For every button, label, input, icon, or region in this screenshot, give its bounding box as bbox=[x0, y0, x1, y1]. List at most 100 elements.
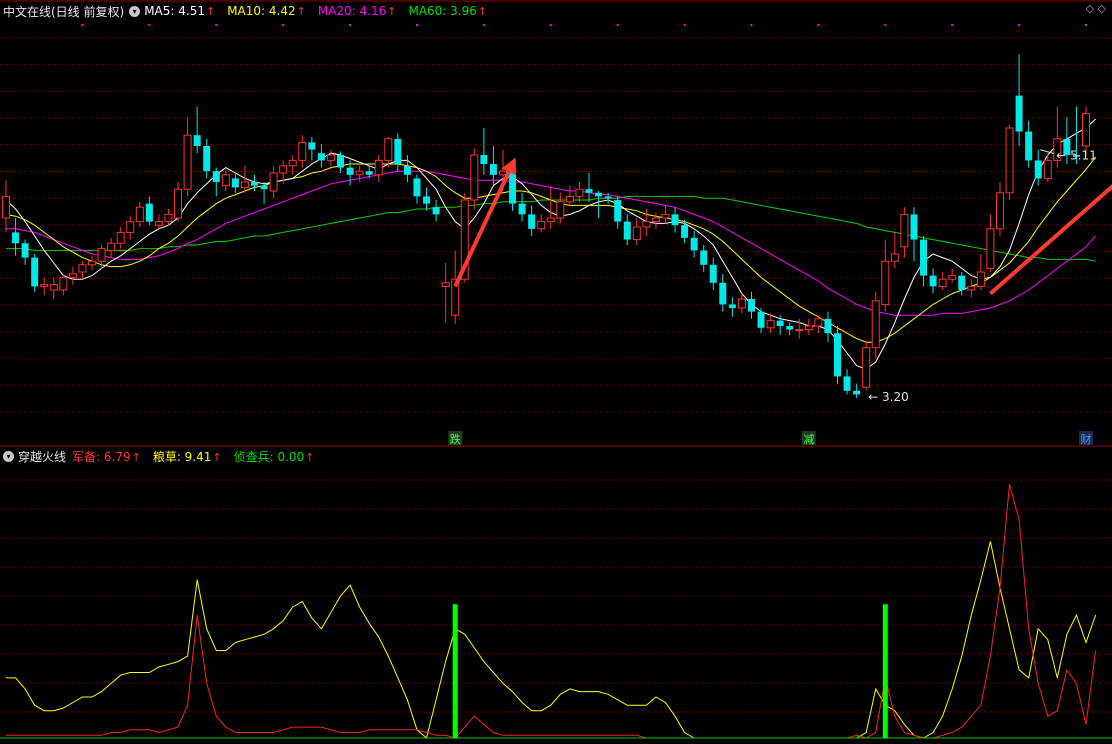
candle bbox=[709, 257, 717, 290]
candle bbox=[21, 239, 29, 265]
candle bbox=[1043, 153, 1052, 182]
candle-body bbox=[967, 285, 976, 291]
candle bbox=[632, 218, 641, 245]
candle bbox=[995, 182, 1004, 236]
top-marker-dot bbox=[349, 24, 352, 26]
candle-body bbox=[1015, 95, 1023, 132]
candle bbox=[116, 227, 125, 249]
ma-indicator-3: MA60: 3.96↑ bbox=[408, 4, 487, 18]
candle bbox=[31, 254, 39, 292]
candle bbox=[518, 192, 526, 222]
top-marker-dot bbox=[951, 24, 954, 26]
candle-body bbox=[642, 221, 651, 228]
candle-body bbox=[690, 237, 698, 251]
candle-body bbox=[183, 134, 192, 190]
candle-body bbox=[355, 170, 364, 176]
main-panel-header: 中文在线(日线 前复权) ▾ MA5: 4.51↑ MA10: 4.42↑ MA20… bbox=[0, 2, 499, 20]
candle-body bbox=[68, 273, 77, 278]
candle bbox=[355, 165, 364, 182]
panel-corner-icons[interactable]: ◇ ◇ bbox=[1086, 2, 1106, 15]
up-arrow-icon: ↑ bbox=[131, 450, 141, 464]
candle bbox=[212, 167, 220, 197]
scout-bar bbox=[882, 604, 888, 738]
candle bbox=[470, 147, 479, 209]
candle bbox=[565, 185, 574, 206]
chart-canvas[interactable]: ← 5.11← 3.20跌减财涨 bbox=[0, 0, 1112, 740]
candle-body bbox=[1005, 127, 1014, 194]
candle-body bbox=[49, 284, 58, 291]
candle bbox=[260, 182, 268, 204]
candle bbox=[900, 207, 909, 258]
candle bbox=[145, 196, 153, 226]
candle bbox=[154, 214, 163, 229]
candle bbox=[1025, 120, 1033, 168]
candle-body bbox=[728, 304, 736, 308]
top-marker-dot bbox=[884, 24, 887, 26]
candle-body bbox=[317, 153, 325, 161]
candle-body bbox=[528, 214, 536, 229]
top-marker-dot bbox=[817, 24, 820, 26]
candle-body bbox=[269, 172, 278, 192]
candle-body bbox=[700, 250, 708, 265]
candle-body bbox=[365, 171, 373, 175]
sub-indicator-2: 侦查兵: 0.00↑ bbox=[234, 450, 315, 464]
ma-indicator-2: MA20: 4.16↑ bbox=[318, 4, 397, 18]
grid-lines bbox=[0, 37, 1112, 713]
sub-indicator-0: 军备: 6.79↑ bbox=[72, 450, 141, 464]
candle bbox=[423, 187, 431, 211]
event-tag-label: 财 bbox=[1081, 432, 1092, 446]
sub-indicator-list: 军备: 6.79↑ 粮草: 9.41↑ 侦查兵: 0.00↑ bbox=[72, 448, 326, 465]
candle bbox=[853, 383, 861, 398]
candle-body bbox=[890, 253, 899, 262]
candle bbox=[556, 192, 565, 224]
candle bbox=[834, 326, 842, 384]
top-marker-dot bbox=[148, 24, 151, 26]
candle bbox=[537, 214, 546, 233]
candle bbox=[804, 318, 813, 335]
candle-body bbox=[958, 275, 966, 290]
candle bbox=[88, 255, 97, 271]
candle-body bbox=[834, 333, 842, 377]
candle-body bbox=[814, 318, 823, 327]
candle bbox=[824, 311, 832, 343]
candle-body bbox=[709, 264, 717, 283]
candle-body bbox=[786, 326, 794, 330]
candle-body bbox=[240, 181, 249, 188]
candle-body bbox=[614, 200, 622, 222]
candle bbox=[595, 191, 603, 218]
settings-circle-icon[interactable]: ▾ bbox=[129, 5, 141, 17]
candle-body bbox=[423, 196, 431, 204]
candle-body bbox=[346, 167, 354, 175]
candle-body bbox=[279, 165, 288, 174]
top-marker-dot bbox=[750, 24, 753, 26]
candle bbox=[700, 245, 708, 272]
candle-body bbox=[308, 142, 316, 150]
candle bbox=[728, 297, 736, 317]
ma-indicator-label: MA20: 4.16 bbox=[317, 4, 387, 18]
candle-body bbox=[920, 239, 928, 276]
candle-body bbox=[250, 182, 258, 186]
candle bbox=[413, 174, 421, 204]
candle-body bbox=[651, 217, 660, 223]
candle-body bbox=[326, 154, 335, 161]
candle-body bbox=[546, 217, 555, 223]
candle-body bbox=[853, 390, 861, 395]
candle-body bbox=[938, 278, 947, 287]
candle bbox=[671, 207, 679, 233]
candle-body bbox=[221, 174, 230, 187]
candle bbox=[221, 169, 230, 191]
ma-indicator-label: MA60: 3.96 bbox=[408, 4, 477, 18]
candle-body bbox=[661, 213, 670, 219]
up-arrow-icon: ↑ bbox=[212, 450, 222, 464]
candle-body bbox=[575, 188, 584, 197]
candle-body bbox=[59, 276, 68, 291]
sub-settings-circle-icon[interactable]: ▾ bbox=[3, 450, 14, 462]
candle-body bbox=[1043, 159, 1052, 179]
sub-indicator-1: 粮草: 9.41↑ bbox=[153, 450, 222, 464]
candle-body bbox=[986, 228, 995, 269]
top-marker-dot bbox=[415, 24, 418, 26]
candle-body bbox=[394, 138, 402, 164]
ma-indicator-0: MA5: 4.51↑ bbox=[144, 4, 215, 18]
candle-body bbox=[12, 232, 20, 244]
candle bbox=[135, 201, 144, 227]
